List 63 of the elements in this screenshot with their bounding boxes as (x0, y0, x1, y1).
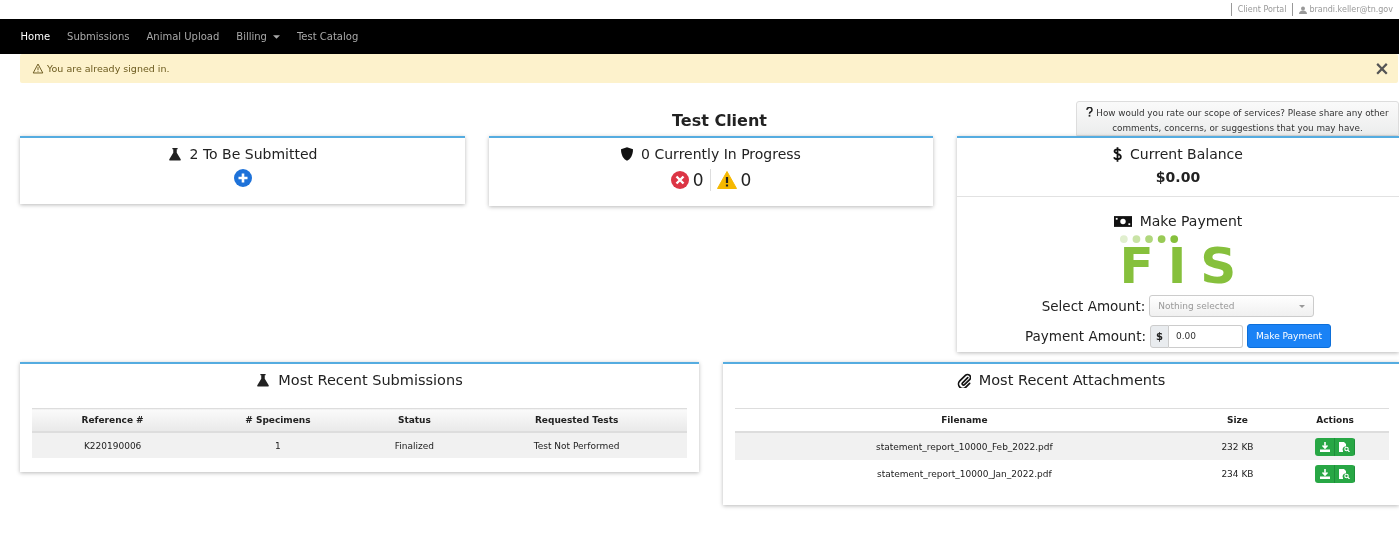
flask-icon (256, 373, 271, 387)
page-title: Test Client (671, 111, 767, 130)
balance-amount: $0.00 (1154, 169, 1202, 185)
table-cell: Finalized (362, 432, 467, 458)
table-cell: 234 KB (1193, 460, 1282, 487)
nav-item[interactable]: Animal Upload (137, 31, 228, 42)
card-title: Make Payment (1139, 213, 1243, 229)
dollar-icon (1113, 146, 1123, 162)
card-title: 2 To Be Submitted (189, 146, 318, 162)
table-cell: Test Not Performed (466, 432, 687, 458)
make-payment-button[interactable]: Make Payment (1247, 324, 1331, 348)
shield-icon (621, 147, 634, 161)
nav-item[interactable]: Home (12, 31, 59, 42)
table-cell: statement_report_10000_Feb_2022.pdf (735, 432, 1194, 460)
table-cell: K220190006 (32, 432, 194, 458)
card-title: Current Balance (1130, 146, 1243, 162)
card-title: Most Recent Submissions (278, 372, 463, 388)
feedback-text: How would you rate our scope of services? Please share any other comments, concerns, or suggestions that you may have. (1096, 108, 1389, 133)
card-title: Most Recent Attachments (978, 372, 1166, 388)
download-icon (1319, 468, 1330, 479)
field-label: Payment Amount: (1025, 328, 1146, 344)
download-button[interactable] (1315, 437, 1336, 456)
dots-icon (1119, 234, 1181, 244)
paperclip-icon (956, 372, 971, 388)
close-button[interactable]: × (1370, 59, 1394, 78)
currency-addon: $ (1150, 324, 1169, 348)
file-search-icon (1339, 468, 1351, 479)
column-header: Status (362, 408, 467, 432)
column-header: Filename (735, 408, 1194, 432)
download-button[interactable] (1315, 464, 1336, 483)
view-file-button[interactable] (1335, 464, 1356, 483)
nav-item[interactable]: Test Catalog (288, 31, 367, 42)
nav-item[interactable]: Billing (227, 31, 289, 42)
column-header: Requested Tests (466, 408, 687, 432)
field-label: Select Amount: (1041, 298, 1146, 314)
card-title: 0 Currently In Progress (641, 146, 801, 162)
table-cell: 232 KB (1193, 432, 1282, 460)
download-icon (1319, 441, 1330, 452)
column-header: Actions (1281, 408, 1389, 432)
caret-icon (1299, 304, 1306, 308)
question-icon (1086, 107, 1094, 117)
table-cell: statement_report_10000_Jan_2022.pdf (735, 460, 1194, 487)
flask-icon (167, 147, 182, 161)
error-icon (670, 171, 689, 189)
column-header: Size (1193, 408, 1282, 432)
money-bill-icon (1113, 215, 1132, 227)
view-file-button[interactable] (1335, 437, 1356, 456)
column-header: # Specimens (193, 408, 363, 432)
nav-item[interactable]: Submissions (58, 31, 138, 42)
alert-text: You are already signed in. (47, 63, 170, 74)
logo-text: FIS (1119, 244, 1251, 288)
add-button[interactable] (233, 169, 252, 187)
error-count: 0 (692, 170, 704, 190)
warning-count: 0 (740, 170, 752, 190)
user-icon (1299, 5, 1308, 14)
column-header: Reference # (32, 408, 194, 432)
table-cell: 1 (193, 432, 363, 458)
feedback-banner[interactable]: How would you rate our scope of services? Please share any other comments, concerns, or suggestions that you may have. (1076, 101, 1399, 136)
file-search-icon (1339, 441, 1351, 452)
plus-circle-icon (233, 169, 252, 187)
warning-icon (32, 63, 44, 74)
warning-icon (716, 171, 737, 189)
payment-amount-input[interactable]: 0.00 (1169, 324, 1243, 348)
